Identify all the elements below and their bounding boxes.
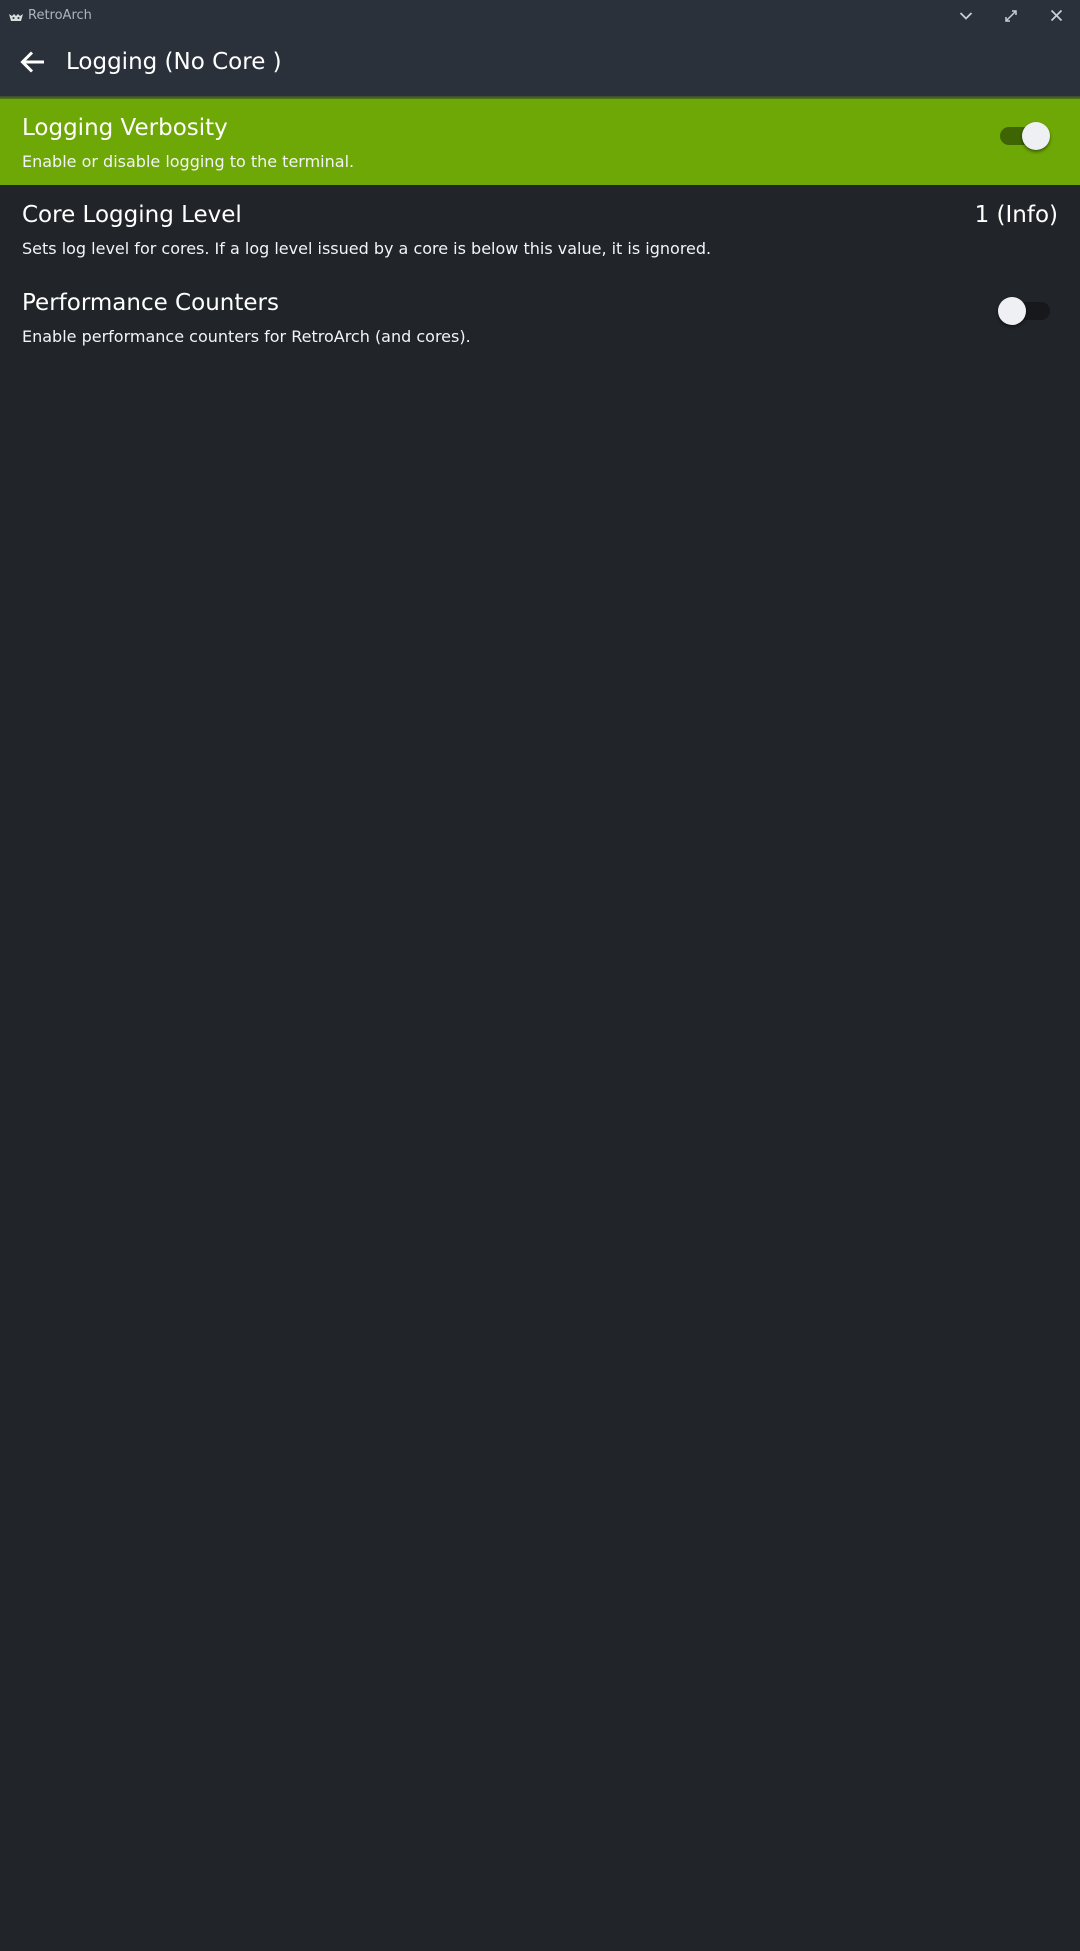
window-titlebar: RetroArch: [0, 0, 1080, 31]
toggle-thumb: [1022, 122, 1050, 150]
chevron-down-icon: [959, 11, 973, 21]
window-app-name: RetroArch: [28, 8, 92, 23]
setting-title: Performance Counters: [22, 290, 279, 316]
setting-description: Enable performance counters for RetroArc…: [22, 327, 471, 346]
window-minimize-button[interactable]: [944, 0, 988, 31]
page-title: Logging (No Core ): [66, 49, 282, 75]
toggle-thumb: [998, 297, 1026, 325]
back-button[interactable]: [14, 45, 52, 83]
retroarch-logo-icon: [8, 9, 24, 21]
window-maximize-button[interactable]: [989, 0, 1033, 31]
logging-verbosity-toggle[interactable]: [998, 119, 1052, 150]
setting-value: 1 (Info): [974, 202, 1058, 228]
setting-description: Enable or disable logging to the termina…: [22, 152, 355, 171]
close-icon: [1050, 9, 1063, 22]
app-header: Logging (No Core ): [0, 31, 1080, 97]
arrow-left-icon: [20, 50, 46, 78]
setting-logging-verbosity[interactable]: Logging Verbosity Enable or disable logg…: [0, 99, 1080, 185]
setting-description: Sets log level for cores. If a log level…: [22, 239, 712, 258]
setting-performance-counters[interactable]: Performance Counters Enable performance …: [0, 274, 1080, 360]
maximize-icon: [1004, 9, 1018, 23]
window-close-button[interactable]: [1034, 0, 1078, 31]
performance-counters-toggle[interactable]: [998, 294, 1052, 325]
setting-title: Logging Verbosity: [22, 115, 228, 141]
setting-core-logging-level[interactable]: Core Logging Level 1 (Info) Sets log lev…: [0, 186, 1080, 272]
setting-title: Core Logging Level: [22, 202, 242, 228]
